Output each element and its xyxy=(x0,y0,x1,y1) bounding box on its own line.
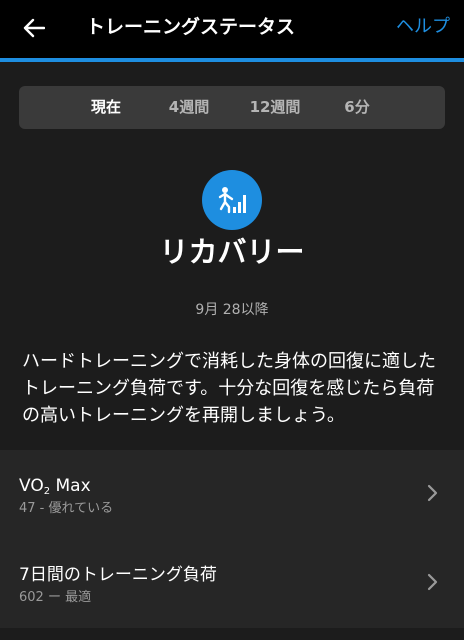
chevron-right-icon xyxy=(427,484,438,502)
back-button[interactable] xyxy=(20,14,48,42)
page-title: トレーニングステータス xyxy=(86,16,296,38)
status-since-date: 9月 28以降 xyxy=(195,302,269,318)
arrow-left-icon xyxy=(23,18,45,38)
help-link[interactable]: ヘルプ xyxy=(396,14,450,40)
segment-6-minutes[interactable]: 6分 xyxy=(334,86,380,129)
vo2max-title-after: Max xyxy=(50,476,91,496)
list-item-vo2max[interactable]: VO2 Max 47 - 優れている xyxy=(0,450,464,539)
app-header: トレーニングステータス ヘルプ xyxy=(0,0,464,58)
training-status-screen: トレーニングステータス ヘルプ 現在 4週間 12週間 6分 リカバリー 9月 … xyxy=(0,0,464,640)
chevron-right-icon xyxy=(427,573,438,591)
load-title: 7日間のトレーニング負荷 xyxy=(19,565,217,585)
load-value: 602 ー 最適 xyxy=(19,590,92,605)
vo2max-value: 47 - 優れている xyxy=(19,501,114,516)
segment-current[interactable]: 現在 xyxy=(79,86,133,129)
content-panel: 現在 4週間 12週間 6分 リカバリー 9月 28以降 ハードトレーニングで消… xyxy=(0,62,464,640)
status-description: ハードトレーニングで消耗した身体の回復に適したトレーニング負荷です。十分な回復を… xyxy=(22,351,436,426)
vo2max-title-main: VO xyxy=(19,476,44,496)
recovery-icon xyxy=(202,170,262,230)
segment-4-weeks[interactable]: 4週間 xyxy=(159,86,219,129)
status-title: リカバリー xyxy=(159,235,305,269)
list-item-7day-load[interactable]: 7日間のトレーニング負荷 602 ー 最適 xyxy=(0,539,464,628)
metrics-list: VO2 Max 47 - 優れている 7日間のトレーニング負荷 602 ー 最適 xyxy=(0,450,464,628)
period-segmented-control: 現在 4週間 12週間 6分 xyxy=(19,86,445,129)
segment-12-weeks[interactable]: 12週間 xyxy=(244,86,306,129)
